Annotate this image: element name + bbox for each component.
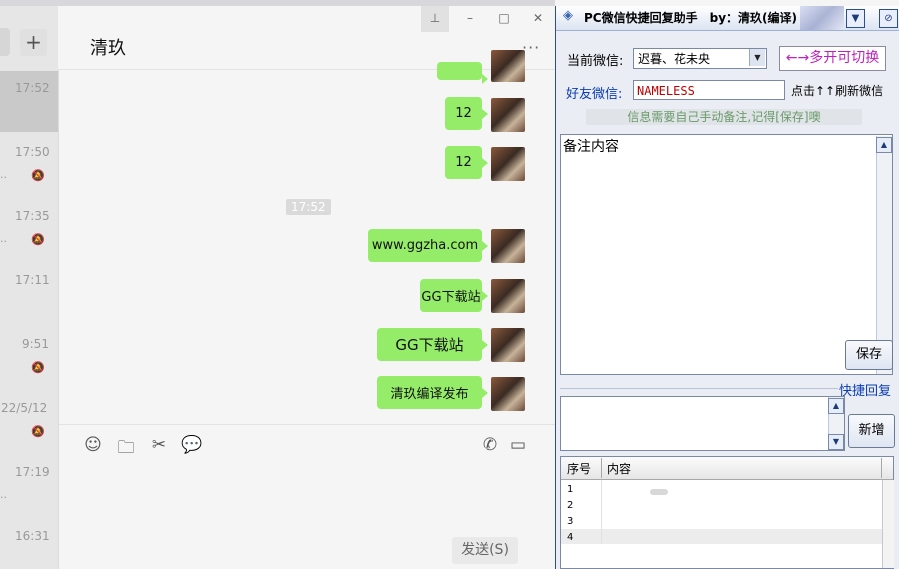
titlebar-decoration [800, 6, 844, 30]
chat-list-time: 17:11 [15, 273, 50, 287]
chat-title: 清玖 [90, 38, 126, 59]
scroll-up-icon[interactable]: ▲ [876, 137, 892, 153]
table-row[interactable]: 1 [567, 484, 573, 495]
chat-list-time: 17:35 [15, 209, 50, 223]
quick-reply-label: 快捷回复 [839, 384, 892, 399]
message-bubble[interactable]: www.ggzha.com [368, 229, 488, 262]
close-button[interactable]: ✕ [528, 11, 548, 25]
column-separator[interactable] [601, 458, 602, 478]
close-icon[interactable]: ⊘ [879, 9, 898, 28]
mute-bell-icon: 🔕 [31, 361, 45, 374]
avatar[interactable] [491, 229, 525, 263]
column-separator[interactable] [881, 458, 882, 478]
send-button[interactable]: 发送(S) [452, 537, 518, 564]
message-bubble[interactable]: 12 [445, 97, 488, 130]
chat-list-preview: .. [0, 232, 7, 245]
table-row-highlight [561, 529, 882, 544]
message-bubble[interactable]: GG下载站 [377, 328, 488, 361]
app-icon: ◈ [563, 8, 573, 23]
table-row[interactable]: 3 [567, 516, 573, 527]
hint-text: 信息需要自己手动备注,记得[保存]噢 [586, 109, 862, 125]
new-reply-input[interactable] [560, 396, 845, 451]
chat-list-time: 17:52 [15, 81, 50, 95]
video-icon[interactable]: ▭ [507, 435, 529, 455]
add-reply-button[interactable]: 新增 [848, 414, 895, 448]
chat-header [58, 6, 555, 70]
chat-list-preview: .. [0, 168, 7, 181]
avatar[interactable] [491, 147, 525, 181]
phone-icon[interactable]: ✆ [479, 435, 501, 455]
friend-wx-label: 好友微信: [566, 87, 623, 102]
scroll-up-icon[interactable]: ▲ [828, 398, 844, 414]
chat-list-preview: .. [0, 488, 7, 501]
table-row[interactable]: 4 [567, 532, 573, 543]
notes-textarea[interactable] [560, 134, 893, 375]
tool-title: PC微信快捷回复助手 by：清玖(编译) [584, 11, 797, 25]
minimize-button[interactable]: – [460, 11, 480, 25]
switch-account-button[interactable]: ←→多开可切换 [779, 46, 886, 71]
save-button[interactable]: 保存 [845, 340, 893, 370]
column-gridline [601, 480, 602, 544]
message-bubble[interactable]: 清玖编译发布 [377, 376, 488, 409]
chat-list-time: 17:19 [15, 465, 50, 479]
chevron-down-icon[interactable]: ▼ [749, 49, 765, 66]
column-header-content[interactable]: 内容 [607, 460, 631, 477]
maximize-button[interactable]: □ [494, 11, 514, 25]
blurred-cell [650, 489, 668, 495]
notes-content: 备注内容 [563, 139, 619, 155]
column-header-index[interactable]: 序号 [567, 460, 591, 477]
chat-list-time: 9:51 [22, 337, 49, 351]
chat-list-time: 22/5/12 [1, 401, 48, 415]
dropdown-button[interactable]: ▼ [846, 9, 865, 28]
refresh-wx-link[interactable]: 点击↑↑刷新微信 [791, 82, 883, 99]
message-timestamp: 17:52 [286, 199, 331, 215]
pin-icon[interactable]: ⊥ [425, 11, 445, 25]
notes-scrollbar[interactable] [876, 136, 892, 374]
emoji-icon[interactable]: ☺ [82, 435, 104, 455]
avatar[interactable] [491, 377, 525, 411]
message-bubble[interactable]: 12 [445, 146, 488, 179]
table-scrollbar[interactable] [882, 480, 894, 568]
current-wx-label: 当前微信: [567, 54, 624, 69]
avatar[interactable] [491, 98, 525, 132]
avatar[interactable] [491, 328, 525, 362]
mute-bell-icon: 🔕 [31, 425, 45, 438]
chat-list-time: 17:50 [15, 145, 50, 159]
scroll-down-icon[interactable]: ▼ [828, 434, 844, 450]
table-row[interactable]: 2 [567, 500, 573, 511]
mute-bell-icon: 🔕 [31, 169, 45, 182]
mute-bell-icon: 🔕 [31, 233, 45, 246]
friend-wx-field[interactable]: NAMELESS [633, 80, 785, 100]
message-bubble[interactable]: GG下载站 [420, 279, 488, 312]
current-wx-value: 迟暮、花未央 [638, 52, 711, 66]
avatar[interactable] [491, 50, 525, 82]
section-divider [560, 388, 838, 389]
add-chat-button[interactable]: + [20, 29, 47, 56]
search-input[interactable] [0, 28, 10, 56]
scissors-icon[interactable]: ✂ [148, 435, 170, 455]
chat-bubble-icon[interactable]: 💬 [181, 435, 203, 455]
message-bubble-partial[interactable] [437, 62, 488, 84]
folder-icon[interactable]: 🗀 [115, 435, 137, 464]
chat-list-time: 16:31 [15, 529, 50, 543]
avatar[interactable] [491, 279, 525, 313]
